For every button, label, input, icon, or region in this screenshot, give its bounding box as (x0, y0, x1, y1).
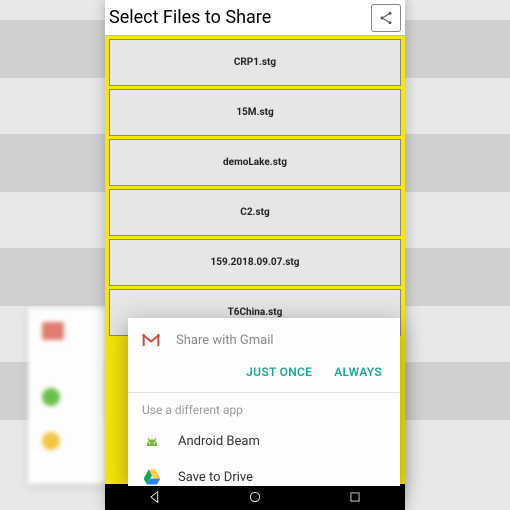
just-once-button[interactable]: JUST ONCE (246, 365, 312, 379)
share-button[interactable] (371, 4, 401, 32)
dialog-title: Share with Gmail (176, 333, 274, 348)
app-header: Select Files to Share (105, 0, 405, 36)
page-title: Select Files to Share (109, 7, 271, 28)
app-option-android-beam[interactable]: Android Beam (128, 423, 400, 459)
file-item[interactable]: demoLake.stg (109, 139, 401, 186)
file-item[interactable]: CRP1.stg (109, 39, 401, 86)
use-different-label: Use a different app (128, 393, 400, 423)
app-label: Android Beam (178, 434, 260, 449)
file-item[interactable]: C2.stg (109, 189, 401, 236)
app-label: Save to Drive (178, 470, 253, 485)
android-beam-icon (142, 431, 162, 451)
file-item[interactable]: 159.2018.09.07.stg (109, 239, 401, 286)
file-list: CRP1.stg 15M.stg demoLake.stg C2.stg 159… (105, 39, 405, 336)
blurred-back-panel (28, 308, 106, 484)
dialog-actions: JUST ONCE ALWAYS (128, 362, 400, 390)
file-item[interactable]: 15M.stg (109, 89, 401, 136)
always-button[interactable]: ALWAYS (334, 365, 382, 379)
share-dialog: Share with Gmail JUST ONCE ALWAYS Use a … (128, 318, 400, 486)
dialog-header: Share with Gmail (128, 318, 400, 362)
google-drive-icon (142, 467, 162, 487)
gmail-icon (142, 333, 160, 347)
app-option-save-to-drive[interactable]: Save to Drive (128, 459, 400, 495)
share-icon (378, 10, 394, 26)
